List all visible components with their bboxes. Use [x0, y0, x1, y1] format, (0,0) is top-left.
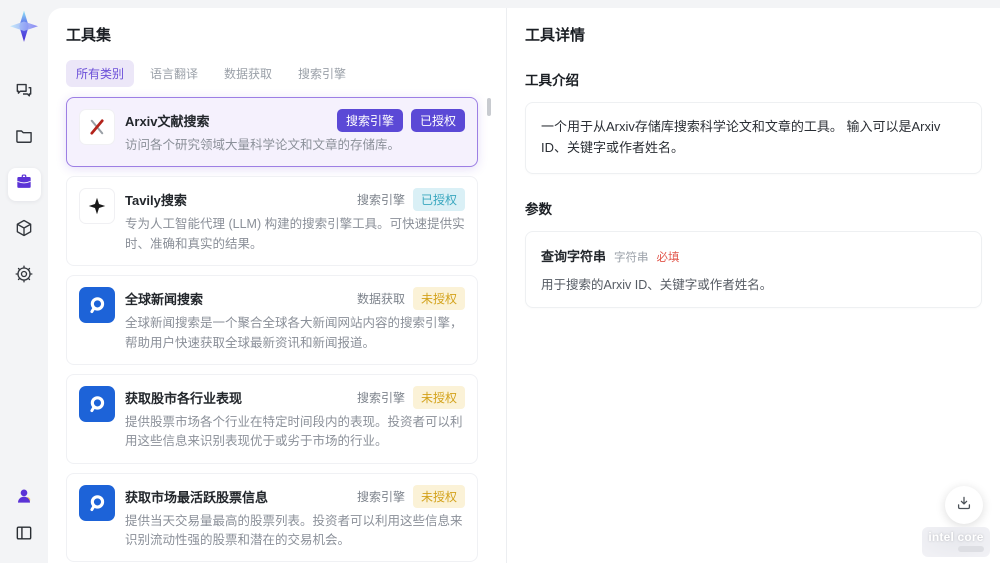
- blueq-icon: [79, 287, 115, 324]
- auth-badge: 未授权: [412, 385, 465, 409]
- tool-list: Arxiv文献搜索 搜索引擎 已授权 访问各个研究领域大量科学论文和文章的存储库。…: [66, 97, 478, 563]
- scrollbar-thumb[interactable]: [487, 98, 491, 116]
- tool-tags: 搜索引擎 已授权: [336, 109, 465, 132]
- tool-description: 提供当天交易量最高的股票列表。投资者可以利用这些信息来识别流动性强的股票和潜在的…: [125, 513, 463, 547]
- auth-badge: 已授权: [412, 188, 465, 212]
- intel-core-submark: [958, 546, 984, 552]
- tab-2[interactable]: 数据获取: [214, 60, 282, 87]
- tab-0[interactable]: 所有类别: [66, 60, 135, 87]
- auth-badge[interactable]: 已授权: [410, 109, 465, 132]
- tool-title: 获取市场最活跃股票信息: [125, 489, 269, 505]
- sidebar-item-collapse[interactable]: [10, 521, 38, 549]
- blueq-icon: [79, 385, 115, 422]
- tool-card[interactable]: Arxiv文献搜索 搜索引擎 已授权 访问各个研究领域大量科学论文和文章的存储库。: [66, 97, 478, 168]
- sidebar-item-chat[interactable]: [8, 76, 41, 109]
- blueq-icon: [79, 484, 115, 521]
- tool-list-pane: 工具集 所有类别 语言翻译 数据获取 搜索引擎 Arxiv文献搜索 搜索引擎 已授权 访…: [48, 8, 506, 563]
- sidebar-item-plugins[interactable]: [8, 214, 41, 247]
- param-type: 字符串: [614, 251, 649, 264]
- sidebar-item-tools[interactable]: [7, 168, 41, 201]
- auth-badge: 未授权: [412, 484, 465, 508]
- folder-icon: [14, 126, 34, 151]
- download-button[interactable]: [945, 486, 983, 524]
- intel-core-label: intel core: [928, 530, 984, 544]
- param-head: 查询字符串 字符串 必填: [541, 246, 966, 265]
- intel-core-badge: intel core: [922, 527, 990, 557]
- tool-title: 获取股市各行业表现: [125, 390, 243, 406]
- tool-description: 全球新闻搜索是一个聚合全球各大新闻网站内容的搜索引擎，帮助用户快速获取全球最新资…: [125, 316, 463, 350]
- app-logo-icon: [9, 10, 39, 44]
- download-icon: [955, 494, 973, 517]
- param-required-badge: 必填: [656, 251, 680, 264]
- sidebar-item-account[interactable]: [10, 484, 38, 512]
- auth-badge: 未授权: [412, 287, 465, 311]
- intro-heading: 工具介绍: [525, 73, 579, 88]
- params-heading: 参数: [525, 201, 552, 217]
- tool-card[interactable]: 获取股市各行业表现 搜索引擎 未授权 提供股票市场各个行业在特定时间段内的表现。投…: [66, 373, 478, 464]
- tool-description: 专为人工智能代理 (LLM) 构建的搜索引擎工具。可快速提供实时、准确和真实的结…: [125, 217, 465, 251]
- tool-card[interactable]: 全球新闻搜索 数据获取 未授权 全球新闻搜索是一个聚合全球各大新闻网站内容的搜索引…: [66, 275, 478, 365]
- chat-icon: [14, 80, 34, 105]
- tool-description: 提供股票市场各个行业在特定时间段内的表现。投资者可以利用这些信息来识别表现优于或…: [125, 414, 463, 449]
- cube-icon: [14, 218, 34, 243]
- param-name: 查询字符串: [541, 248, 607, 264]
- user-avatar-icon: [14, 486, 34, 511]
- tool-description: 访问各个研究领域大量科学论文和文章的存储库。: [125, 138, 401, 152]
- category-tag: 搜索引擎: [356, 489, 405, 504]
- sidebar-item-files[interactable]: [8, 122, 41, 155]
- category-tag: 搜索引擎: [356, 193, 405, 208]
- auth-badge[interactable]: 搜索引擎: [336, 109, 403, 132]
- category-tag: 搜索引擎: [356, 390, 405, 405]
- page-title: 工具集: [66, 27, 112, 44]
- panel-toggle-icon: [14, 523, 34, 548]
- sidebar-item-settings[interactable]: [8, 260, 41, 293]
- tool-title: Arxiv文献搜索: [125, 114, 210, 129]
- sidebar: [0, 0, 48, 563]
- briefcase-icon: [14, 172, 34, 197]
- tool-title: Tavily搜索: [125, 193, 187, 209]
- arxiv-icon: [79, 109, 115, 145]
- intro-box: 一个用于从Arxiv存储库搜索科学论文和文章的工具。 输入可以是Arxiv ID…: [525, 102, 982, 174]
- tool-title: 全球新闻搜索: [125, 292, 204, 308]
- gear-icon: [14, 264, 34, 289]
- tool-tags: 搜索引擎 未授权: [356, 385, 465, 409]
- tool-detail-pane: 工具详情 工具介绍 一个用于从Arxiv存储库搜索科学论文和文章的工具。 输入可…: [506, 8, 1000, 563]
- list-scrollbar[interactable]: [487, 98, 491, 559]
- category-tag: 数据获取: [356, 292, 405, 307]
- sidebar-nav: [7, 76, 41, 293]
- tavily-icon: [79, 188, 115, 225]
- main-panel: 工具集 所有类别 语言翻译 数据获取 搜索引擎 Arxiv文献搜索 搜索引擎 已授权 访…: [48, 8, 1000, 563]
- detail-title: 工具详情: [525, 27, 586, 44]
- tab-1[interactable]: 语言翻译: [140, 60, 208, 87]
- param-box: 查询字符串 字符串 必填 用于搜索的Arxiv ID、关键字或作者姓名。: [525, 230, 982, 308]
- tool-card[interactable]: 获取市场最活跃股票信息 搜索引擎 未授权 提供当天交易量最高的股票列表。投资者可以…: [66, 472, 478, 563]
- sidebar-bottom: [10, 484, 38, 549]
- category-tabs: 所有类别 语言翻译 数据获取 搜索引擎: [66, 60, 478, 87]
- tool-card[interactable]: Tavily搜索 搜索引擎 已授权 专为人工智能代理 (LLM) 构建的搜索引擎工…: [66, 176, 478, 267]
- param-desc: 用于搜索的Arxiv ID、关键字或作者姓名。: [541, 277, 773, 292]
- tool-tags: 数据获取 未授权: [356, 287, 465, 311]
- tool-tags: 搜索引擎 已授权: [356, 188, 465, 212]
- tool-tags: 搜索引擎 未授权: [356, 484, 465, 508]
- tab-3[interactable]: 搜索引擎: [288, 60, 356, 87]
- intro-text: 一个用于从Arxiv存储库搜索科学论文和文章的工具。 输入可以是Arxiv ID…: [541, 119, 941, 155]
- app-window: 工具集 所有类别 语言翻译 数据获取 搜索引擎 Arxiv文献搜索 搜索引擎 已授权 访…: [0, 0, 1000, 563]
